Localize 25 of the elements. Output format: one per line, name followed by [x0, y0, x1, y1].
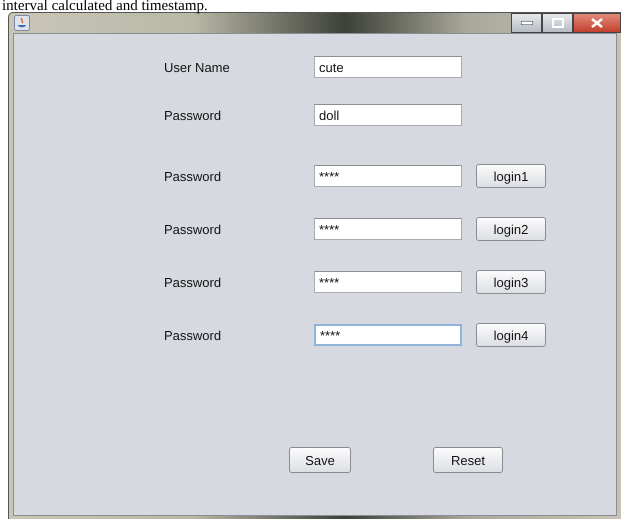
- login-button[interactable]: login3: [476, 270, 546, 294]
- input-field[interactable]: ****: [314, 165, 462, 187]
- field-label: Password: [164, 168, 222, 184]
- input-field[interactable]: ****: [314, 218, 462, 240]
- field-label: Password: [164, 108, 222, 122]
- field-label: Password: [164, 328, 222, 342]
- save-button[interactable]: Save: [289, 447, 351, 473]
- input-field[interactable]: cute: [314, 56, 462, 78]
- login-button[interactable]: login2: [476, 217, 546, 241]
- minimize-icon: [520, 21, 532, 25]
- close-icon: [591, 18, 603, 28]
- field-label: Password: [164, 222, 222, 236]
- field-label: User Name: [164, 60, 231, 74]
- input-field[interactable]: ****: [314, 271, 462, 293]
- close-button[interactable]: [573, 13, 621, 33]
- field-label: Password: [164, 274, 222, 290]
- app-icon: [14, 15, 30, 31]
- login-button[interactable]: login1: [476, 164, 546, 188]
- minimize-button[interactable]: [511, 13, 542, 33]
- maximize-button[interactable]: [542, 13, 573, 33]
- reset-button[interactable]: Reset: [433, 447, 503, 473]
- maximize-icon: [552, 18, 564, 28]
- input-field[interactable]: doll: [314, 104, 462, 126]
- input-field[interactable]: ****: [314, 324, 462, 346]
- login-button[interactable]: login4: [476, 323, 546, 347]
